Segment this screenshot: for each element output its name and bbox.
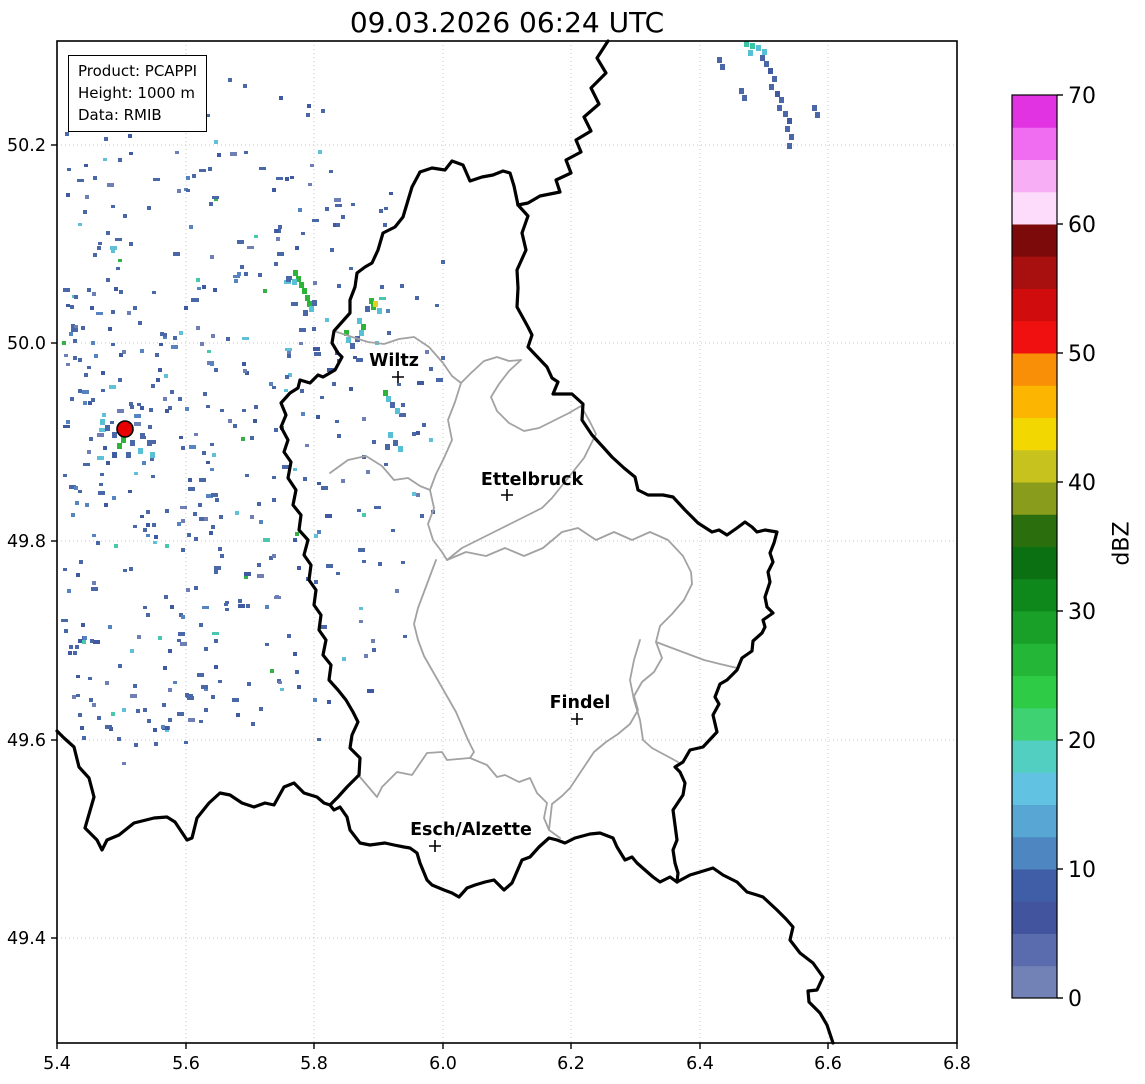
city-plus-marker (392, 371, 404, 383)
radar-speckles (61, 77, 445, 765)
city-wiltz: Wiltz (369, 351, 419, 383)
radar-figure: 09.03.2026 06:24 UTC Product: PCAPPI Hei… (0, 0, 1145, 1084)
radar-echo-clusters (100, 41, 820, 458)
colorbar-tick-label: 30 (1068, 600, 1096, 625)
x-tick-label: 6.2 (557, 1054, 585, 1074)
colorbar-tick-label: 70 (1068, 84, 1096, 109)
colorbar-unit-label: dBZ (1109, 521, 1135, 566)
city-label: Ettelbruck (481, 470, 584, 490)
data-source-line: Data: RMIB (78, 105, 162, 124)
radar-map-plot: WiltzEttelbruckFindelEsch/Alzette5.4 5.6 5… (7, 39, 1096, 1074)
colorbar-tick-label: 0 (1068, 987, 1082, 1012)
x-tick-label: 5.6 (172, 1054, 200, 1074)
city-plus-marker (571, 713, 583, 725)
product-line: Product: PCAPPI (78, 62, 198, 80)
city-esch-alzette: Esch/Alzette (410, 820, 532, 852)
height-line: Height: 1000 m (78, 83, 195, 102)
city-label: Esch/Alzette (410, 820, 532, 840)
y-tick-label: 50.2 (7, 136, 46, 156)
city-ettelbruck: Ettelbruck (481, 470, 584, 501)
product-info-box: Product: PCAPPI Height: 1000 m Data: RMI… (68, 55, 208, 133)
city-plus-marker (501, 489, 513, 501)
country-borders (55, 39, 835, 1045)
city-label: Wiltz (369, 351, 419, 371)
city-plus-marker (429, 840, 441, 852)
x-tick-label: 5.8 (300, 1054, 328, 1074)
y-tick-label: 49.8 (7, 532, 46, 552)
grid-lines (57, 41, 957, 1043)
y-tick-label: 49.4 (7, 929, 46, 949)
x-tick-label: 6.6 (814, 1054, 842, 1074)
colorbar: 0 10 20 30 40 50 60 70 (1011, 84, 1096, 1012)
x-tick-label: 6.8 (943, 1054, 971, 1074)
x-tick-label: 6.0 (429, 1054, 457, 1074)
colorbar-tick-label: 20 (1068, 729, 1096, 754)
radar-site-marker (116, 420, 134, 438)
y-tick-label: 49.6 (7, 731, 46, 751)
colorbar-tick-label: 10 (1068, 858, 1096, 883)
colorbar-tick-label: 60 (1068, 213, 1096, 238)
city-markers: Wiltz Ettelbruck Findel Esch/Alzette (369, 351, 610, 852)
colorbar-tick-label: 50 (1068, 342, 1096, 367)
axis-ticks: 5.4 5.6 5.8 6.0 6.2 6.4 6.6 6.8 50.2 50.0 49.8 49.6… (7, 136, 971, 1074)
y-tick-label: 50.0 (7, 334, 46, 354)
plot-frame (56, 40, 958, 1044)
colorbar-tick-label: 40 (1068, 471, 1096, 496)
city-findel: Findel (550, 693, 611, 725)
city-label: Findel (550, 693, 611, 713)
x-tick-label: 5.4 (43, 1054, 71, 1074)
x-tick-label: 6.4 (686, 1054, 714, 1074)
